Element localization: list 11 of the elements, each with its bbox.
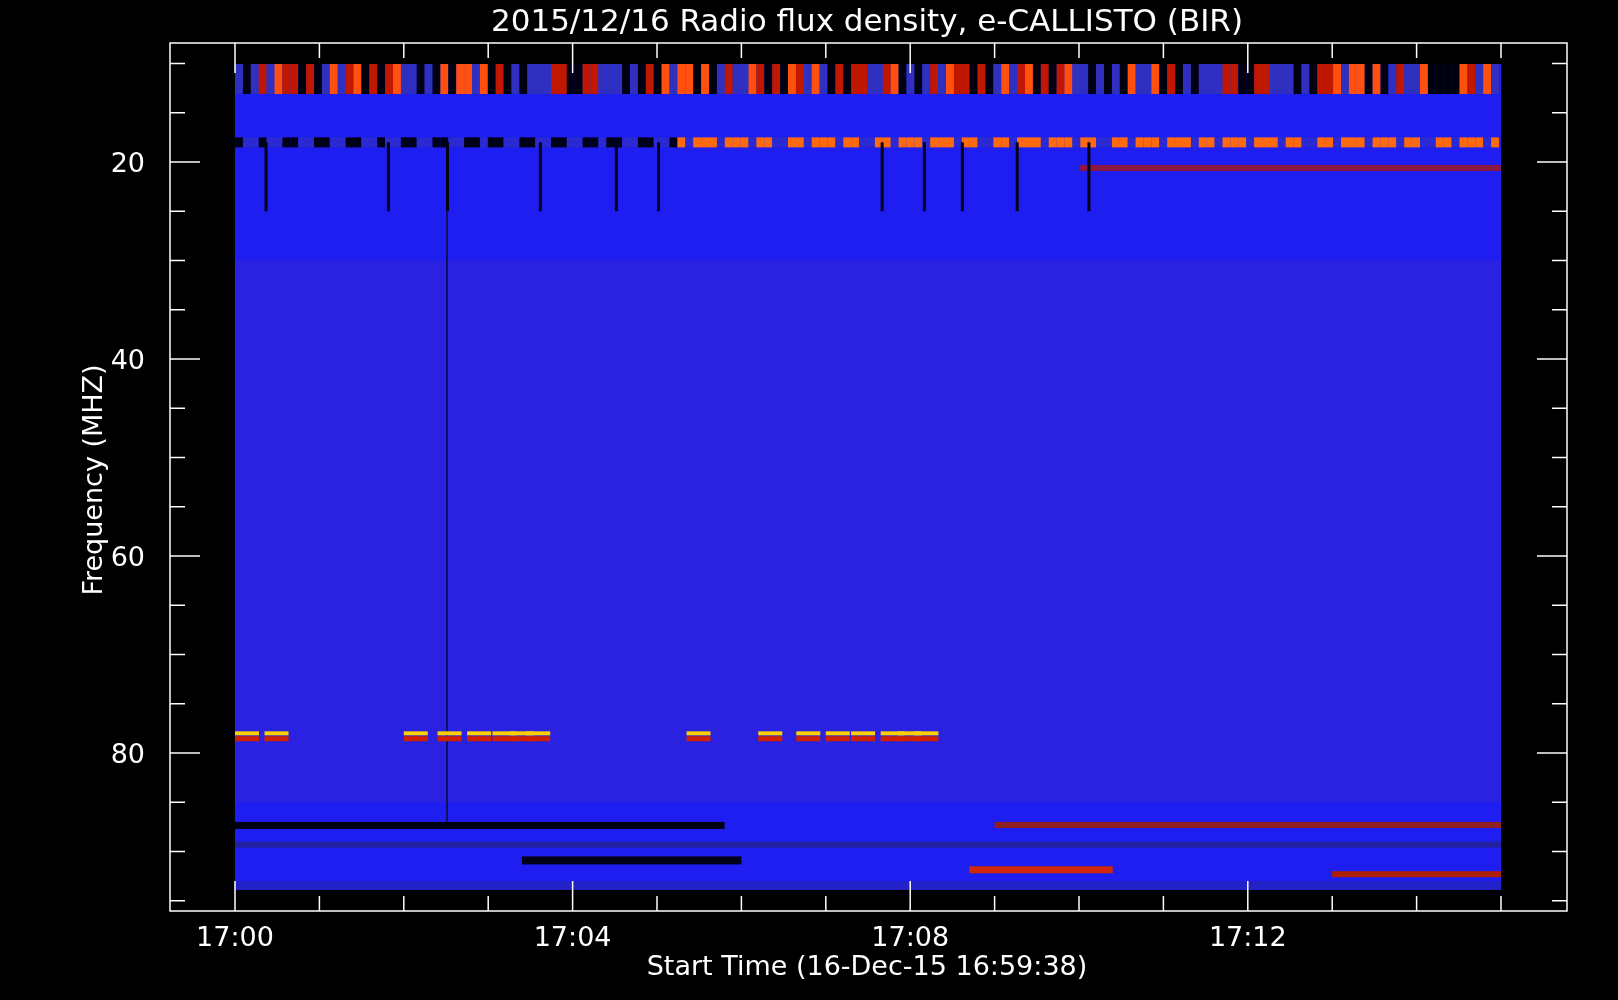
y-tick-label: 60 [110,541,145,572]
y-axis-label: Frequency (MHZ) [77,364,108,596]
x-tick-label: 17:12 [1208,921,1287,952]
y-tick-label: 40 [110,344,145,375]
x-tick-label: 17:00 [196,921,274,952]
y-tick-label: 20 [110,147,145,178]
y-tick-label: 80 [110,738,145,769]
x-axis-label: Start Time (16-Dec-15 16:59:38) [646,950,1088,981]
x-tick-label: 17:08 [871,921,950,952]
plot-title: 2015/12/16 Radio flux density, e-CALLISTO (BIR) [491,2,1243,38]
x-tick-label: 17:04 [533,921,612,952]
